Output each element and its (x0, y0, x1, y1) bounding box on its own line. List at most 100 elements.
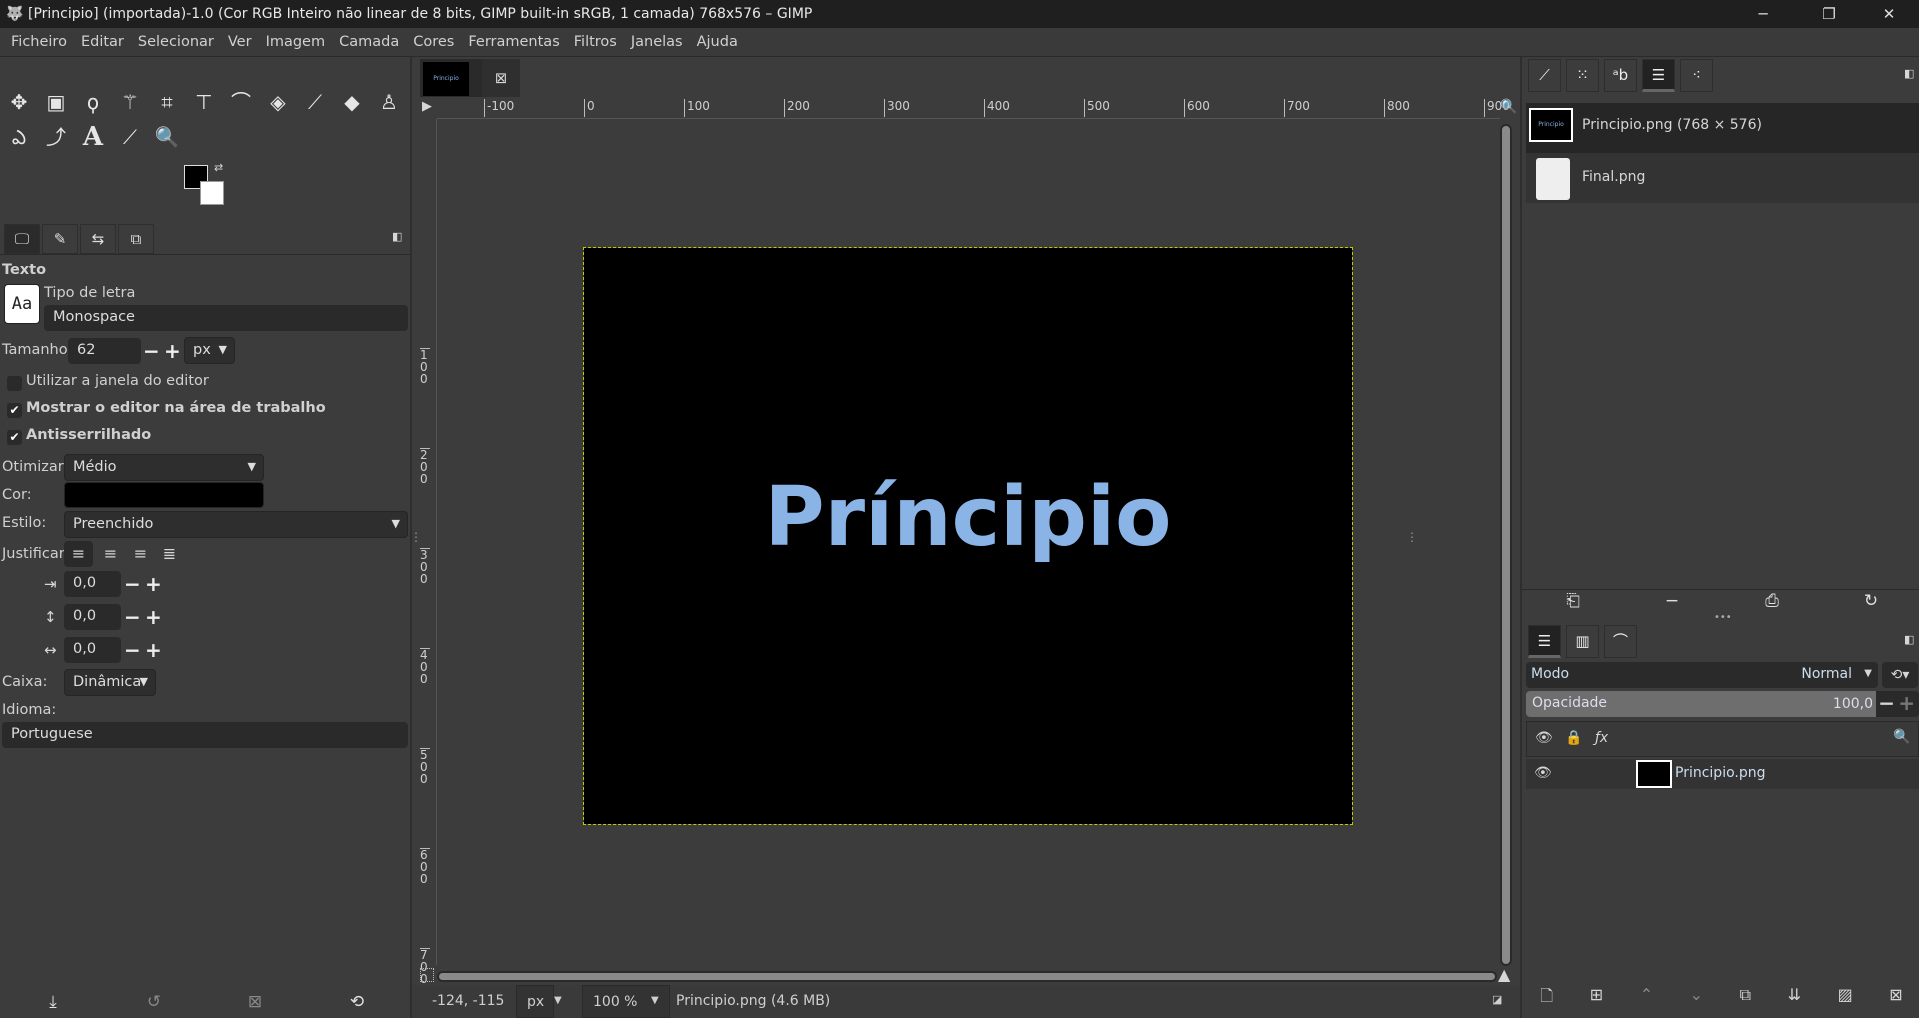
hinting-select[interactable]: Médio ▼ (64, 454, 264, 481)
raise-image-icon[interactable]: − (1657, 591, 1687, 611)
opacity-slider[interactable]: Opacidade 100,0 − + (1526, 691, 1919, 717)
paintbrush-icon[interactable]: ⟋ (300, 87, 330, 117)
letter-spacing-increase-button[interactable]: + (145, 637, 162, 663)
crop-icon[interactable]: ⌗ (152, 87, 182, 117)
menu-janelas[interactable]: Janelas (624, 34, 690, 50)
menu-filtros[interactable]: Filtros (567, 34, 624, 50)
tab-fonts[interactable]: ᵃb (1604, 59, 1637, 92)
delete-layer-icon[interactable]: ⊠ (1889, 985, 1902, 1012)
quick-mask-toggle-icon[interactable]: ▶ (418, 99, 436, 117)
unit-select[interactable]: px (516, 985, 554, 1018)
tab-channels[interactable]: ▥ (1566, 625, 1599, 658)
merge-down-icon[interactable]: ⇊ (1788, 985, 1801, 1012)
image-list-item[interactable]: Final.png (1526, 153, 1919, 203)
tab-undo-history[interactable]: ⇆ (80, 224, 116, 254)
open-image-icon[interactable]: ⎗ (1558, 591, 1588, 611)
menu-ver[interactable]: Ver (221, 34, 259, 50)
text-icon[interactable]: A (78, 122, 108, 152)
unified-transform-icon[interactable]: ⊤ (189, 87, 219, 117)
justify-right-button[interactable]: ≡ (96, 541, 125, 567)
composite-mode-button[interactable]: ⟲▾ (1882, 662, 1918, 688)
menu-ferramentas[interactable]: Ferramentas (461, 34, 566, 50)
zoom-icon[interactable]: 🔍 (1500, 99, 1517, 115)
search-icon[interactable]: 🔍 (1893, 729, 1910, 745)
delete-image-icon[interactable]: ⎙ (1757, 591, 1787, 611)
vertical-scrollbar[interactable] (1500, 124, 1512, 966)
close-tab-icon[interactable]: ⊠ (482, 59, 520, 97)
zoom-icon[interactable]: 🔍 (152, 122, 182, 152)
box-select[interactable]: Dinâmica ▼ (64, 669, 156, 696)
warp-icon[interactable]: ⌒ (226, 87, 256, 117)
color-picker-icon[interactable]: ⟋ (115, 122, 145, 152)
line-spacing-input[interactable]: 0,0 (64, 604, 121, 630)
restore-options-icon[interactable]: ↺ (139, 992, 169, 1012)
maximize-button[interactable]: ❐ (1806, 0, 1852, 28)
letter-spacing-input[interactable]: 0,0 (64, 637, 121, 663)
size-input[interactable]: 62 (68, 338, 141, 364)
delete-options-icon[interactable]: ⊠ (240, 992, 270, 1012)
tab-brushes[interactable]: ⟋ (1528, 59, 1561, 92)
bucket-fill-icon[interactable]: ◈ (263, 87, 293, 117)
tab-paths[interactable]: ⌒ (1604, 625, 1637, 658)
close-button[interactable]: ✕ (1866, 0, 1912, 28)
language-input[interactable]: Portuguese (2, 722, 408, 748)
menu-editar[interactable]: Editar (74, 34, 131, 50)
new-layer-group-icon[interactable]: ⊞ (1590, 985, 1603, 1012)
reset-options-icon[interactable]: ⟲ (342, 992, 372, 1012)
navigate-preview-icon[interactable]: ◪ (1492, 993, 1502, 1006)
image-canvas[interactable]: Príncipio (583, 247, 1353, 825)
opacity-decrease-button[interactable]: − (1878, 691, 1895, 715)
style-select[interactable]: Preenchido ▼ (64, 511, 408, 538)
dock-resize-handle[interactable]: ••• (1714, 612, 1732, 623)
tab-patterns[interactable]: ⁙ (1566, 59, 1599, 92)
clone-icon[interactable]: ♙ (374, 87, 404, 117)
menu-cores[interactable]: Cores (406, 34, 461, 50)
panel-resize-handle[interactable]: ⋮ (1406, 530, 1418, 544)
panel-menu-icon[interactable]: ◧ (392, 230, 402, 243)
antialias-checkbox[interactable]: ✔ (7, 430, 22, 445)
image-list-item[interactable]: Principio Principio.png (768 × 576) (1526, 103, 1919, 153)
layer-mode-select[interactable]: Modo Normal ▼ (1526, 662, 1878, 688)
smudge-icon[interactable]: ఎ (4, 122, 34, 152)
menu-imagem[interactable]: Imagem (259, 34, 333, 50)
size-increase-button[interactable]: + (164, 338, 181, 364)
use-editor-checkbox[interactable] (7, 376, 22, 391)
tab-layers[interactable]: ☰ (1528, 625, 1561, 658)
letter-spacing-decrease-button[interactable]: − (124, 637, 141, 663)
indent-increase-button[interactable]: + (145, 571, 162, 597)
scroll-arrow-icon[interactable]: ▲ (1498, 965, 1510, 984)
tab-images[interactable]: ☰ (1642, 59, 1675, 92)
line-spacing-decrease-button[interactable]: − (124, 604, 141, 630)
menu-selecionar[interactable]: Selecionar (131, 34, 221, 50)
layer-row[interactable]: 👁 Principio.png (1526, 759, 1919, 789)
tab-images[interactable]: ⧉ (118, 224, 154, 254)
fuzzy-select-icon[interactable]: ⚚ (115, 87, 145, 117)
opacity-increase-button[interactable]: + (1898, 691, 1915, 715)
horizontal-scrollbar[interactable] (437, 971, 1497, 982)
horizontal-ruler[interactable]: -100 0 100 200 300 400 500 600 700 800 900 (437, 97, 1510, 119)
line-spacing-increase-button[interactable]: + (145, 604, 162, 630)
indent-decrease-button[interactable]: − (124, 571, 141, 597)
panel-menu-icon[interactable]: ◧ (1904, 633, 1914, 646)
raise-layer-icon[interactable]: ⌃ (1640, 985, 1653, 1012)
navigate-icon[interactable] (420, 968, 434, 982)
tab-document-history[interactable]: ⁖ (1680, 59, 1713, 92)
size-unit-select[interactable]: px ▼ (184, 337, 235, 364)
duplicate-layer-icon[interactable]: ⧉ (1740, 985, 1751, 1012)
layer-mask-icon[interactable]: ▨ (1838, 985, 1853, 1012)
font-input[interactable]: Monospace (44, 305, 408, 331)
menu-camada[interactable]: Camada (332, 34, 406, 50)
menu-ajuda[interactable]: Ajuda (690, 34, 745, 50)
justify-fill-button[interactable]: ≣ (155, 541, 184, 567)
background-color[interactable] (200, 181, 224, 205)
show-editor-checkbox[interactable]: ✔ (7, 403, 22, 418)
new-layer-icon[interactable]: 🗋 (1540, 985, 1553, 1012)
lower-layer-icon[interactable]: ⌄ (1690, 985, 1703, 1012)
tab-device-status[interactable]: ✎ (42, 224, 78, 254)
indent-input[interactable]: 0,0 (64, 571, 121, 597)
layer-name[interactable]: Principio.png (1675, 765, 1766, 781)
rect-select-icon[interactable]: ▣ (41, 87, 71, 117)
text-color-button[interactable] (64, 482, 264, 508)
lasso-icon[interactable]: ϙ (78, 87, 108, 117)
justify-left-button[interactable]: ≡ (64, 541, 93, 567)
